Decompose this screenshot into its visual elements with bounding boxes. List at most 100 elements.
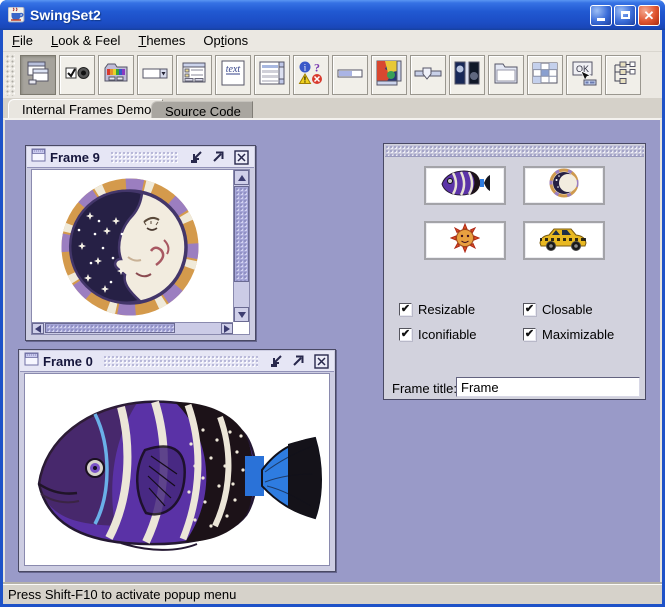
toolbar-button-table[interactable]: [527, 55, 563, 95]
checkmark-icon: ✔: [523, 328, 536, 341]
swingset2-window: SwingSet2 ✕ FileLook & FeelThemesOptions…: [0, 0, 665, 607]
checkbox-iconifiable[interactable]: ✔ Iconifiable: [399, 327, 477, 342]
menu-file[interactable]: File: [3, 30, 42, 51]
frame9-close-button[interactable]: [233, 149, 250, 165]
buttons-demo-icon: [63, 59, 91, 92]
toolbar-button-tabbed-pane[interactable]: [488, 55, 524, 95]
svg-text:?: ?: [314, 60, 320, 74]
vertical-scroll-thumb[interactable]: [234, 186, 249, 282]
toolbar-button-option-pane[interactable]: i?!: [293, 55, 329, 95]
toolbar-drag-handle-icon[interactable]: [5, 54, 15, 96]
frame9-horizontal-scrollbar[interactable]: [32, 322, 233, 334]
toolbar-button-combo-box[interactable]: [137, 55, 173, 95]
html-demo-icon: text: [219, 59, 247, 92]
tab-bar: Internal Frames DemoSource Code: [3, 98, 662, 118]
minimize-button[interactable]: [590, 5, 612, 26]
tree-demo-icon: [609, 59, 637, 92]
tabbed-pane-demo-icon: [492, 59, 520, 92]
menu-look-and-feel[interactable]: Look & Feel: [42, 30, 129, 51]
checkbox-label: Iconifiable: [418, 327, 477, 342]
scroll-up-button[interactable]: [234, 170, 249, 185]
checkbox-resizable[interactable]: ✔Resizable: [399, 302, 475, 317]
frame9-titlebar[interactable]: Frame 9: [27, 147, 254, 168]
frame-creation-palette: ✔Resizable ✔ Closable ✔ Iconifiable ✔ Maximiza…: [383, 143, 646, 400]
fish-painting-image: [25, 374, 331, 569]
java-cup-icon: [8, 7, 26, 23]
option-pane-demo-icon: i?!: [297, 59, 325, 92]
list-demo-icon: [258, 59, 286, 92]
fish-thumbnail-icon: [439, 168, 491, 203]
frame9-vertical-scrollbar[interactable]: [233, 170, 249, 322]
checkbox-label: Resizable: [418, 302, 475, 317]
frame0-title: Frame 0: [43, 354, 93, 369]
svg-text:!: !: [304, 75, 307, 84]
progress-bar-demo-icon: [336, 59, 364, 92]
split-pane-demo-icon: [453, 59, 481, 92]
toolbar-button-list[interactable]: [254, 55, 290, 95]
frame0-maximize-button[interactable]: [289, 353, 306, 369]
internal-frame-0: Frame 0: [18, 349, 336, 572]
create-moon-frame-button[interactable]: [523, 166, 605, 205]
arrow-left-icon: [35, 325, 41, 333]
internal-frame-9: Frame 9: [25, 145, 256, 341]
menu-options[interactable]: Options: [194, 30, 257, 51]
tab-internal-frames-demo[interactable]: Internal Frames Demo: [8, 99, 163, 118]
toolbar-button-tree[interactable]: [605, 55, 641, 95]
frame0-content: [24, 373, 330, 566]
status-bar: Press Shift-F10 to activate popup menu: [3, 584, 662, 604]
table-demo-icon: [531, 59, 559, 92]
titlebar-texture: [103, 355, 258, 368]
toolbar-button-file-chooser[interactable]: [176, 55, 212, 95]
maximize-button[interactable]: [614, 5, 636, 26]
scroll-right-button[interactable]: [221, 323, 233, 334]
frame0-titlebar[interactable]: Frame 0: [20, 351, 334, 372]
slider-demo-icon: [414, 59, 442, 92]
create-sun-frame-button[interactable]: [424, 221, 506, 260]
file-chooser-demo-icon: [180, 59, 208, 92]
create-cab-frame-button[interactable]: [523, 221, 605, 260]
toolbar-button-tool-tip[interactable]: OK: [566, 55, 602, 95]
checkbox-maximizable[interactable]: ✔ Maximizable: [523, 327, 614, 342]
checkbox-closable[interactable]: ✔ Closable: [523, 302, 593, 317]
frame0-close-button[interactable]: [313, 353, 330, 369]
maximize-glyph: [621, 11, 630, 19]
scroll-down-button[interactable]: [234, 307, 249, 322]
window-titlebar[interactable]: SwingSet2 ✕: [0, 0, 665, 30]
tab-source-code[interactable]: Source Code: [151, 101, 253, 118]
checkbox-label: Closable: [542, 302, 593, 317]
arrow-down-icon: [238, 312, 246, 318]
toolbar-button-internal-frame[interactable]: [20, 55, 56, 95]
palette-body: ✔Resizable ✔ Closable ✔ Iconifiable ✔ Maximiza…: [385, 158, 644, 398]
scroll-pane-demo-icon: [375, 59, 403, 92]
toolbar-button-color-chooser[interactable]: [98, 55, 134, 95]
moon-painting-image: [32, 170, 235, 329]
create-fish-frame-button[interactable]: [424, 166, 506, 205]
toolbar-buttons: text i?! OK: [20, 55, 644, 95]
frame9-maximize-button[interactable]: [209, 149, 226, 165]
toolbar-button-html[interactable]: text: [215, 55, 251, 95]
toolbar-button-split-pane[interactable]: [449, 55, 485, 95]
titlebar-texture: [110, 151, 178, 164]
horizontal-scroll-thumb[interactable]: [45, 323, 175, 333]
frame9-iconify-button[interactable]: [188, 149, 205, 165]
toolbar-button-buttons[interactable]: [59, 55, 95, 95]
tool-tip-demo-icon: OK: [570, 59, 598, 92]
menu-themes[interactable]: Themes: [129, 30, 194, 51]
scroll-left-button[interactable]: [32, 323, 44, 334]
checkmark-icon: ✔: [523, 303, 536, 316]
checkbox-label: Maximizable: [542, 327, 614, 342]
close-glyph: ✕: [644, 9, 655, 22]
arrow-right-icon: [224, 325, 230, 333]
toolbar: text i?! OK: [3, 52, 662, 98]
toolbar-button-scroll-pane[interactable]: [371, 55, 407, 95]
status-text: Press Shift-F10 to activate popup menu: [8, 587, 236, 602]
frame0-iconify-button[interactable]: [268, 353, 285, 369]
checkmark-icon: ✔: [399, 328, 412, 341]
moon-thumbnail-icon: [549, 168, 579, 203]
frame-window-icon: [24, 352, 39, 371]
palette-titlebar[interactable]: [385, 145, 644, 157]
frame-title-input[interactable]: [456, 377, 640, 397]
toolbar-button-progress-bar[interactable]: [332, 55, 368, 95]
close-button[interactable]: ✕: [638, 5, 660, 26]
toolbar-button-slider[interactable]: [410, 55, 446, 95]
